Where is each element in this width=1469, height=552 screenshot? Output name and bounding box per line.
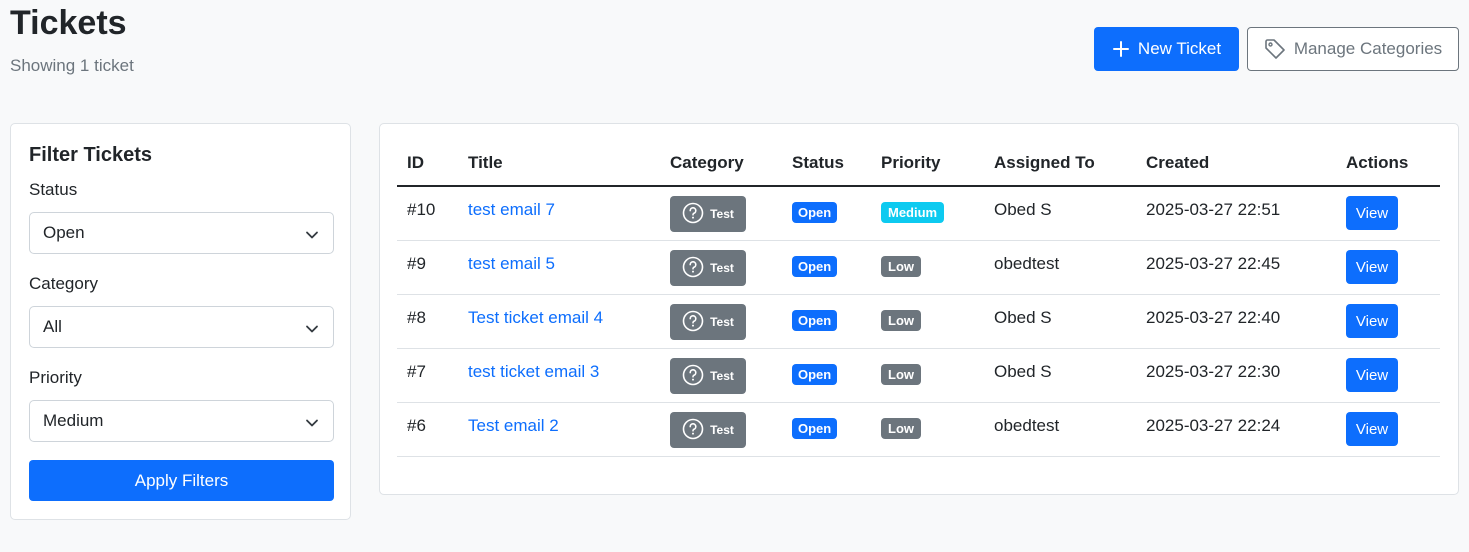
table-row: #8 Test ticket email 4 Test Open Low Obed S 20… — [397, 295, 1440, 349]
table-row: #10 test email 7 Test Open Medium Obed S 2025-… — [397, 187, 1440, 241]
created-date: 2025-03-27 22:30 — [1146, 362, 1281, 381]
status-badge: Open — [792, 202, 838, 223]
column-header-title: Title — [468, 153, 503, 172]
status-filter-select[interactable]: Open — [29, 212, 334, 254]
priority-filter-label: Priority — [29, 368, 82, 387]
question-circle-icon — [682, 256, 704, 281]
assigned-to: obedtest — [994, 254, 1060, 273]
ticket-id: #9 — [407, 254, 426, 273]
ticket-title-link[interactable]: test email 7 — [468, 200, 555, 220]
priority-filter-value: Medium — [43, 411, 104, 430]
assigned-to: Obed S — [994, 362, 1052, 381]
ticket-id: #7 — [407, 362, 426, 381]
ticket-title-link[interactable]: Test ticket email 4 — [468, 308, 603, 328]
table-row: #9 test email 5 Test Open Low obedtest 2025-03… — [397, 241, 1440, 295]
tickets-table-card: ID Title Category Status Priority Assign… — [379, 123, 1459, 495]
category-filter-label: Category — [29, 274, 98, 293]
assigned-to: Obed S — [994, 200, 1052, 219]
view-ticket-button[interactable]: View — [1346, 196, 1398, 230]
category-badge-label: Test — [710, 369, 734, 383]
category-badge-label: Test — [710, 261, 734, 275]
question-circle-icon — [682, 364, 704, 389]
priority-badge: Low — [881, 364, 921, 385]
view-ticket-button[interactable]: View — [1346, 412, 1398, 446]
status-badge: Open — [792, 418, 838, 439]
view-ticket-button[interactable]: View — [1346, 358, 1398, 392]
category-badge: Test — [670, 196, 746, 232]
category-badge: Test — [670, 304, 746, 340]
column-header-priority: Priority — [881, 153, 941, 172]
priority-filter-select[interactable]: Medium — [29, 400, 334, 442]
ticket-title-link[interactable]: test ticket email 3 — [468, 362, 599, 382]
category-badge: Test — [670, 358, 746, 394]
ticket-title-link[interactable]: test email 5 — [468, 254, 555, 274]
ticket-id: #8 — [407, 308, 426, 327]
assigned-to: obedtest — [994, 416, 1060, 435]
manage-categories-button[interactable]: Manage Categories — [1247, 27, 1459, 71]
chevron-down-icon — [305, 321, 319, 341]
priority-badge: Low — [881, 418, 921, 439]
table-header: ID Title Category Status Priority Assign… — [397, 148, 1440, 187]
page-title: Tickets — [10, 4, 127, 42]
created-date: 2025-03-27 22:51 — [1146, 200, 1281, 219]
ticket-id: #10 — [407, 200, 436, 219]
new-ticket-label: New Ticket — [1137, 39, 1222, 58]
priority-badge: Low — [881, 256, 921, 277]
column-header-actions: Actions — [1346, 153, 1409, 172]
status-filter-label: Status — [29, 180, 78, 199]
assigned-to: Obed S — [994, 308, 1052, 327]
question-circle-icon — [682, 418, 704, 443]
status-badge: Open — [792, 256, 838, 277]
table-row: #7 test ticket email 3 Test Open Low Obed S 20… — [397, 349, 1440, 403]
ticket-title-link[interactable]: Test email 2 — [468, 416, 559, 436]
filter-title: Filter Tickets — [29, 144, 153, 166]
category-badge-label: Test — [710, 315, 734, 329]
category-filter-select[interactable]: All — [29, 306, 334, 348]
question-circle-icon — [682, 202, 704, 227]
view-ticket-button[interactable]: View — [1346, 250, 1398, 284]
status-badge: Open — [792, 310, 838, 331]
category-badge: Test — [670, 412, 746, 448]
status-filter-value: Open — [43, 223, 85, 242]
filter-panel: Filter Tickets Status Open Category All … — [10, 123, 351, 520]
column-header-category: Category — [670, 153, 744, 172]
plus-icon — [1112, 40, 1130, 58]
table-row: #6 Test email 2 Test Open Low obedtest 2025-03… — [397, 403, 1440, 457]
created-date: 2025-03-27 22:40 — [1146, 308, 1281, 327]
created-date: 2025-03-27 22:24 — [1146, 416, 1281, 435]
new-ticket-button[interactable]: New Ticket — [1094, 27, 1239, 71]
question-circle-icon — [682, 310, 704, 335]
priority-badge: Low — [881, 310, 921, 331]
priority-badge: Medium — [881, 202, 945, 223]
chevron-down-icon — [305, 227, 319, 247]
category-filter-value: All — [43, 317, 62, 336]
chevron-down-icon — [305, 415, 319, 435]
category-badge-label: Test — [710, 207, 734, 221]
created-date: 2025-03-27 22:45 — [1146, 254, 1281, 273]
category-badge: Test — [670, 250, 746, 286]
column-header-status: Status — [792, 153, 844, 172]
column-header-id: ID — [407, 153, 424, 172]
manage-categories-label: Manage Categories — [1293, 39, 1443, 58]
page-subtitle: Showing 1 ticket — [10, 56, 134, 75]
column-header-assigned-to: Assigned To — [994, 153, 1095, 172]
tag-icon — [1264, 38, 1286, 60]
ticket-id: #6 — [407, 416, 426, 435]
apply-filters-button[interactable]: Apply Filters — [29, 460, 334, 501]
category-badge-label: Test — [710, 423, 734, 437]
column-header-created: Created — [1146, 153, 1210, 172]
view-ticket-button[interactable]: View — [1346, 304, 1398, 338]
status-badge: Open — [792, 364, 838, 385]
